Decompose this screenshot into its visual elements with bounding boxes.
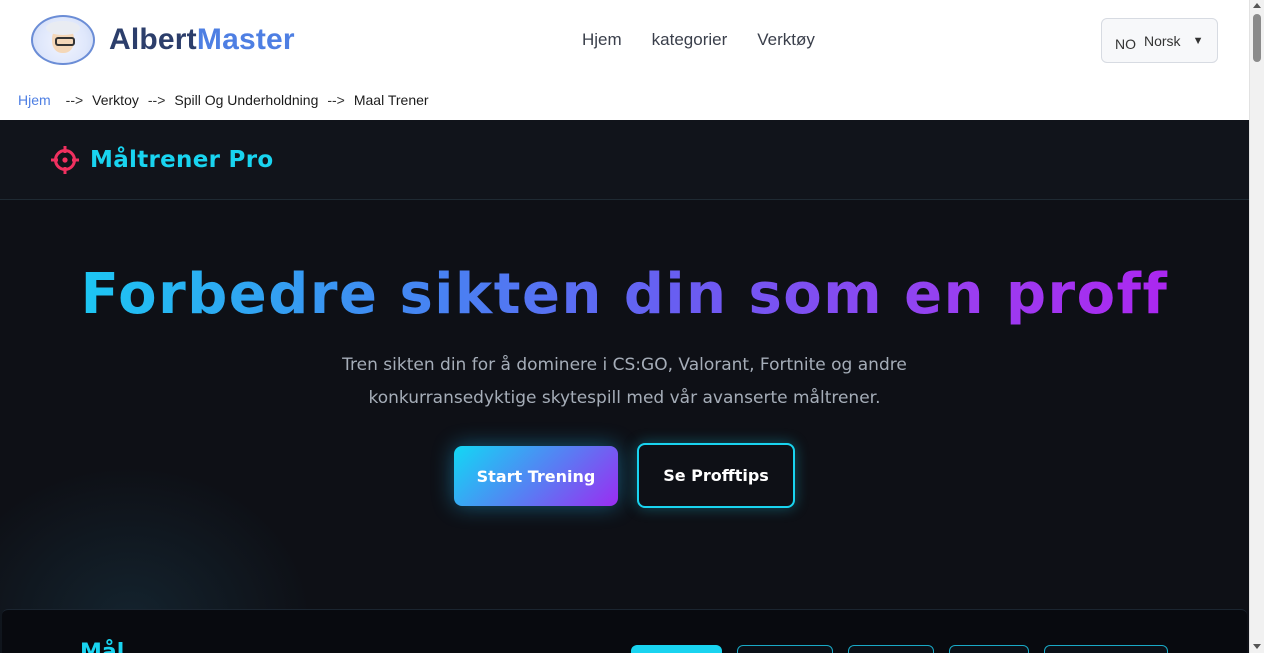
breadcrumb-item-games[interactable]: Spill Og Underholdning <box>174 92 318 108</box>
breadcrumb-separator: --> <box>65 92 84 108</box>
app-header: Måltrener Pro <box>0 120 1249 200</box>
scroll-thumb[interactable] <box>1253 14 1261 62</box>
start-training-button[interactable]: Start Trening <box>454 446 618 506</box>
hero-section: Forbedre sikten din som en proff Tren si… <box>0 200 1249 653</box>
breadcrumb-home[interactable]: Hjem <box>18 92 51 108</box>
page-scrollbar[interactable] <box>1249 0 1264 653</box>
site-header: AlbertMaster Hjem kategorier Verktøy NO … <box>0 0 1249 80</box>
nav-link-home[interactable]: Hjem <box>582 30 622 50</box>
hero-subtitle: Tren sikten din for å dominere i CS:GO, … <box>342 355 907 408</box>
trainer-panel: Mål <box>2 609 1247 653</box>
mode-tab[interactable] <box>848 645 934 653</box>
mode-tab[interactable] <box>1044 645 1168 653</box>
mode-tab[interactable] <box>737 645 833 653</box>
breadcrumb-item-tools[interactable]: Verktoy <box>92 92 139 108</box>
albert-avatar-logo <box>31 15 95 65</box>
scroll-up-icon[interactable] <box>1253 3 1261 8</box>
main-nav: Hjem kategorier Verktøy <box>582 0 815 80</box>
nav-link-tools[interactable]: Verktøy <box>757 30 815 50</box>
language-select[interactable]: NO Norsk ▼ <box>1101 18 1218 63</box>
breadcrumb-separator: --> <box>327 92 345 108</box>
scroll-down-icon[interactable] <box>1253 644 1261 649</box>
breadcrumb-separator: --> <box>147 92 166 108</box>
caret-down-icon: ▼ <box>1192 34 1204 47</box>
hero-title: Forbedre sikten din som en proff <box>0 262 1249 327</box>
pro-tips-button[interactable]: Se Profftips <box>637 443 795 508</box>
mode-tab[interactable] <box>631 645 722 653</box>
aim-trainer-app: Måltrener Pro Forbedre sikten din som en… <box>0 120 1249 653</box>
panel-title: Mål <box>80 640 125 653</box>
language-code: NO <box>1115 35 1136 52</box>
crosshair-icon <box>51 145 79 174</box>
language-name: Norsk <box>1144 32 1181 49</box>
brand-name: AlbertMaster <box>109 23 295 56</box>
site-logo[interactable]: AlbertMaster <box>31 15 295 65</box>
app-title: Måltrener Pro <box>90 146 274 173</box>
mode-tab[interactable] <box>949 645 1029 653</box>
breadcrumb: Hjem --> Verktoy --> Spill Og Underholdn… <box>0 80 1249 120</box>
nav-link-categories[interactable]: kategorier <box>652 30 728 50</box>
breadcrumb-item-current: Maal Trener <box>353 92 429 108</box>
